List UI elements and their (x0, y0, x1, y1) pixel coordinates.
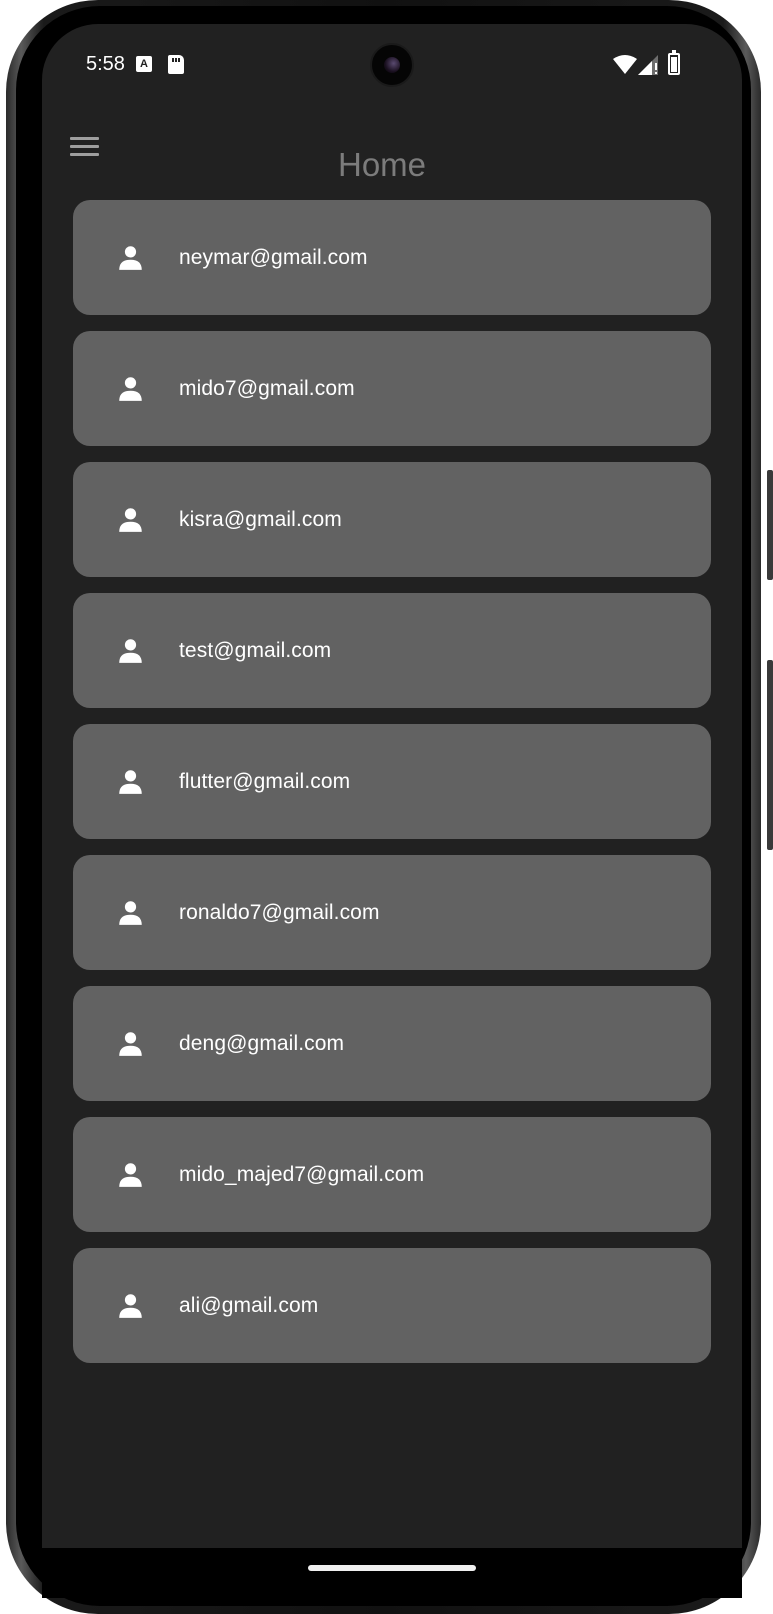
person-icon (119, 377, 142, 401)
user-card[interactable]: deng@gmail.com (73, 986, 711, 1101)
battery-icon (668, 50, 680, 75)
person-icon (119, 1032, 142, 1056)
person-icon (119, 901, 142, 925)
user-email: ali@gmail.com (179, 1294, 319, 1317)
person-icon (119, 770, 142, 794)
status-time: 5:58 (86, 53, 125, 75)
user-card[interactable]: flutter@gmail.com (73, 724, 711, 839)
user-email: neymar@gmail.com (179, 246, 368, 269)
status-bar: 5:58 A (42, 24, 742, 106)
user-email: ronaldo7@gmail.com (179, 901, 380, 924)
user-list: neymar@gmail.com mido7@gmail.com kisra@g… (73, 200, 711, 1379)
wifi-icon (613, 55, 637, 74)
person-icon (119, 1294, 142, 1318)
app-screen: 5:58 A Home neymar@gmail.com mido7@gmail… (42, 24, 742, 1548)
navigation-bar (42, 1548, 742, 1598)
power-button (767, 470, 773, 580)
front-camera (370, 43, 414, 87)
user-email: test@gmail.com (179, 639, 332, 662)
user-card[interactable]: mido7@gmail.com (73, 331, 711, 446)
menu-icon (70, 137, 99, 140)
user-card[interactable]: ali@gmail.com (73, 1248, 711, 1363)
page-title: Home (337, 146, 427, 183)
person-icon (119, 1163, 142, 1187)
cell-signal-icon (638, 55, 658, 75)
person-icon (119, 639, 142, 663)
user-email: mido7@gmail.com (179, 377, 355, 400)
user-email: deng@gmail.com (179, 1032, 345, 1055)
user-card[interactable]: test@gmail.com (73, 593, 711, 708)
person-icon (119, 508, 142, 532)
user-card[interactable]: kisra@gmail.com (73, 462, 711, 577)
user-card[interactable]: neymar@gmail.com (73, 200, 711, 315)
accessibility-a-icon: A (136, 56, 152, 72)
user-card[interactable]: ronaldo7@gmail.com (73, 855, 711, 970)
user-email: flutter@gmail.com (179, 770, 351, 793)
phone-device: 5:58 A Home neymar@gmail.com mido7@gmail… (0, 0, 773, 1614)
user-email: kisra@gmail.com (179, 508, 342, 531)
volume-button (767, 660, 773, 850)
home-gesture-handle[interactable] (308, 1565, 476, 1571)
person-icon (119, 246, 142, 270)
user-card[interactable]: mido_majed7@gmail.com (73, 1117, 711, 1232)
sd-card-icon (168, 55, 184, 74)
user-email: mido_majed7@gmail.com (179, 1163, 425, 1186)
app-bar: Home (42, 106, 742, 183)
